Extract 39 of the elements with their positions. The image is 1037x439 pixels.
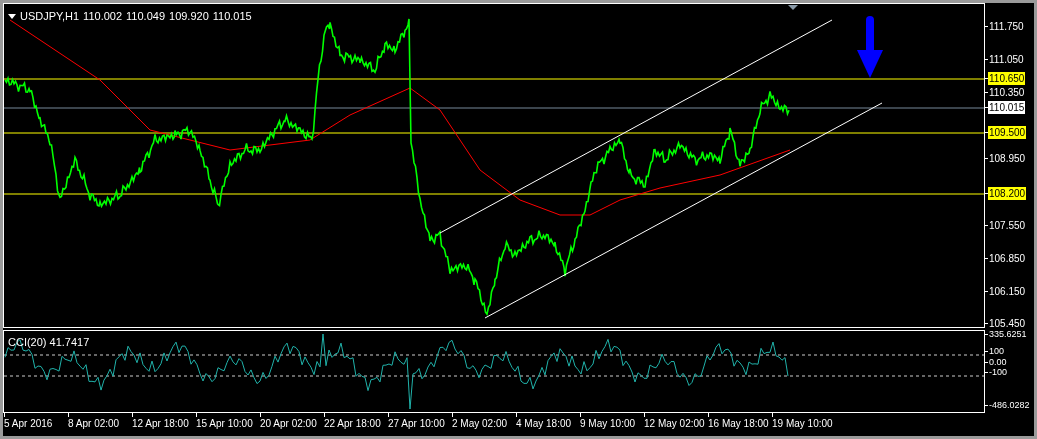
time-label: 8 Apr 02:00 (68, 417, 120, 430)
indicator-scale-label: 100 (988, 345, 1005, 358)
quote-value: 110.015 (212, 9, 252, 24)
price-label: 111.050 (988, 53, 1025, 66)
price-label: 111.750 (988, 20, 1025, 33)
time-label: 2 May 02:00 (452, 417, 508, 430)
indicator-label: CCI(20) 41.7417 (8, 335, 90, 350)
time-label: 4 May 18:00 (516, 417, 572, 430)
indicator-scale-label: 0.00 (988, 356, 1007, 369)
down-arrow-icon (857, 16, 883, 78)
price-label: 105.450 (988, 317, 1027, 330)
price-label: 108.950 (988, 152, 1027, 165)
price-label: 106.850 (988, 252, 1027, 265)
time-label: 12 Apr 18:00 (132, 417, 189, 430)
price-label: 110.350 (988, 86, 1026, 99)
time-label: 15 Apr 10:00 (196, 417, 253, 430)
time-label: 22 Apr 18:00 (324, 417, 381, 430)
price-label: 109.500 (988, 126, 1027, 139)
time-label: 20 Apr 02:00 (260, 417, 317, 430)
indicator-scale-label: 335.6251 (988, 328, 1027, 341)
quote-value: 110.049 (126, 9, 165, 24)
indicator-scale-label: -100 (988, 366, 1007, 379)
price-label: 106.150 (988, 285, 1027, 298)
time-label: 19 May 10:00 (772, 417, 833, 430)
quote-value: 109.920 (169, 9, 209, 24)
dropdown-caret-icon[interactable] (8, 13, 16, 19)
price-label: 108.200 (988, 187, 1027, 200)
quote-value: 110.002 (83, 9, 123, 24)
scroll-marker-icon[interactable] (788, 5, 798, 10)
price-label: 107.550 (988, 219, 1027, 232)
time-label: 16 May 18:00 (708, 417, 769, 430)
time-label: 12 May 02:00 (644, 417, 705, 430)
price-label: 110.015 (988, 101, 1026, 114)
price-label: 110.650 (988, 72, 1026, 85)
time-label: 5 Apr 2016 (4, 417, 53, 430)
time-label: 9 May 10:00 (580, 417, 636, 430)
symbol-label: USDJPY,H1 (20, 9, 80, 24)
time-label: 27 Apr 10:00 (388, 417, 445, 430)
indicator-scale-label: -486.0282 (988, 399, 1030, 412)
